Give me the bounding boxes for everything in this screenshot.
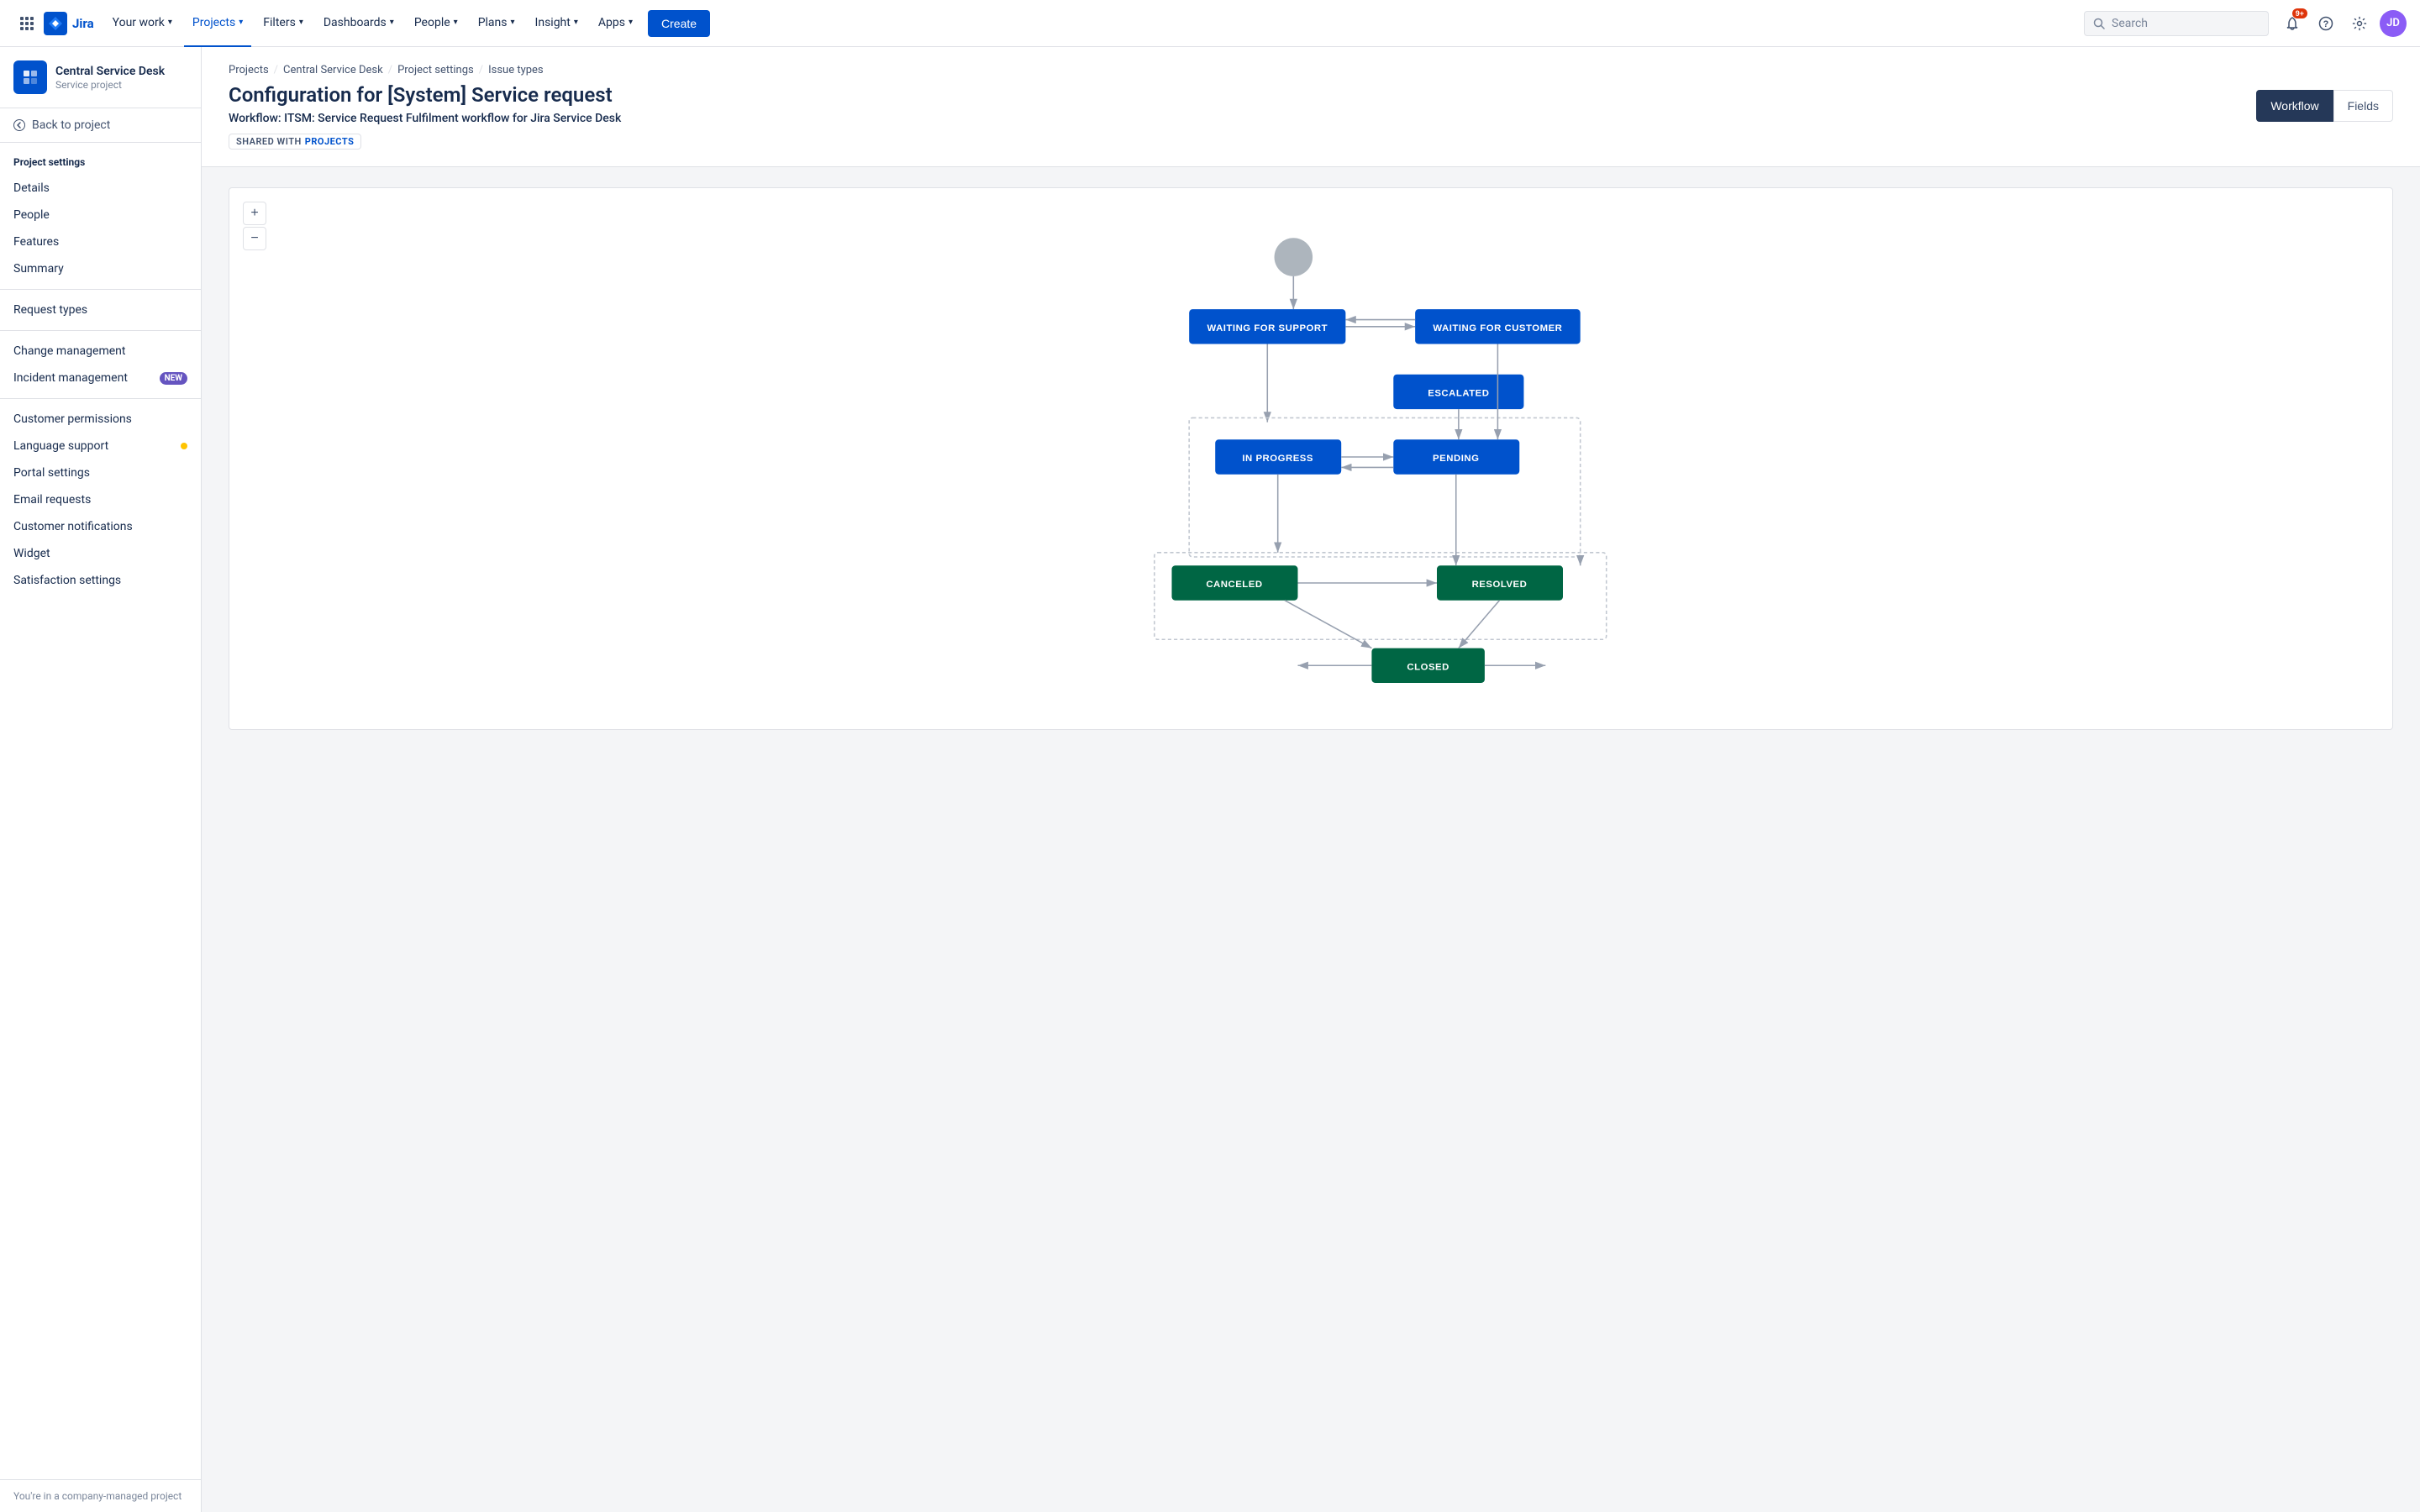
settings-button[interactable] [2346,10,2373,37]
breadcrumb-projects[interactable]: Projects [229,64,269,76]
nav-dashboards[interactable]: Dashboards ▾ [315,0,402,47]
shared-label: SHARED WITH [236,136,302,147]
main-content: Projects / Central Service Desk / Projec… [202,47,2420,1512]
chevron-down-icon: ▾ [629,18,633,27]
sidebar-item-request-types[interactable]: Request types [0,297,201,323]
chevron-down-icon: ▾ [454,18,458,27]
sidebar-item-details[interactable]: Details [0,175,201,202]
breadcrumb: Projects / Central Service Desk / Projec… [229,64,2393,76]
chevron-down-icon: ▾ [574,18,578,27]
sidebar-item-customer-notifications[interactable]: Customer notifications [0,513,201,540]
zoom-controls: + − [243,202,266,250]
top-navigation: Jira Your work ▾ Projects ▾ Filters ▾ Da… [0,0,2420,47]
jira-logo-icon [44,12,67,35]
back-arrow-icon [13,119,25,131]
chevron-down-icon: ▾ [390,18,394,27]
sidebar-footer: You're in a company-managed project [0,1479,201,1512]
nav-icon-group: 9+ ? JD [2279,10,2407,37]
nav-apps[interactable]: Apps ▾ [590,0,641,47]
grid-menu-button[interactable] [13,10,40,37]
nav-plans[interactable]: Plans ▾ [470,0,523,47]
sidebar-item-satisfaction-settings[interactable]: Satisfaction settings [0,567,201,594]
sidebar-item-people[interactable]: People [0,202,201,228]
sidebar-item-email-requests[interactable]: Email requests [0,486,201,513]
sidebar-item-summary[interactable]: Summary [0,255,201,282]
breadcrumb-central-service-desk[interactable]: Central Service Desk [283,64,383,76]
breadcrumb-sep-3: / [479,64,483,76]
jira-logo[interactable]: Jira [44,12,94,35]
avatar[interactable]: JD [2380,10,2407,37]
start-node [1275,238,1313,276]
language-dot-indicator [181,443,187,449]
resolved-label: RESOLVED [1472,580,1528,590]
search-placeholder: Search [2112,17,2148,30]
project-name: Central Service Desk [55,64,165,79]
sidebar: Central Service Desk Service project Bac… [0,47,202,1512]
tab-fields[interactable]: Fields [2333,90,2393,122]
canceled-label: CANCELED [1206,580,1262,590]
new-badge: NEW [160,372,187,385]
sidebar-item-language-support[interactable]: Language support [0,433,201,459]
chevron-down-icon: ▾ [511,18,515,27]
workflow-subtitle: Workflow: ITSM: Service Request Fulfilme… [229,112,621,125]
tab-workflow[interactable]: Workflow [2256,90,2333,122]
app-layout: Central Service Desk Service project Bac… [0,47,2420,1512]
create-button[interactable]: Create [648,10,710,37]
sidebar-item-widget[interactable]: Widget [0,540,201,567]
sidebar-divider-3 [0,398,201,399]
escalated-label: ESCALATED [1428,388,1489,398]
waiting-for-customer-label: WAITING FOR CUSTOMER [1433,323,1562,333]
sidebar-section-title: Project settings [0,143,201,175]
workflow-area: + − [202,167,2420,750]
in-progress-label: IN PROGRESS [1242,454,1313,464]
sidebar-item-customer-permissions[interactable]: Customer permissions [0,406,201,433]
search-input[interactable]: Search [2084,11,2269,36]
sidebar-project: Central Service Desk Service project [0,47,201,108]
sidebar-divider-1 [0,289,201,290]
page-title: Configuration for [System] Service reque… [229,83,621,107]
closed-label: CLOSED [1407,662,1449,672]
content-header: Projects / Central Service Desk / Projec… [202,47,2420,167]
project-type: Service project [55,79,165,91]
workflow-diagram: WAITING FOR SUPPORT WAITING FOR CUSTOMER… [246,205,2375,709]
shared-badge: SHARED WITH PROJECTS [229,134,361,150]
gear-icon [2352,16,2367,31]
chevron-down-icon: ▾ [239,18,243,27]
breadcrumb-issue-types[interactable]: Issue types [488,64,544,76]
nav-people[interactable]: People ▾ [406,0,466,47]
search-icon [2093,18,2105,29]
shared-link[interactable]: PROJECTS [305,136,355,147]
breadcrumb-sep-2: / [388,64,392,76]
jira-logo-text: Jira [72,16,94,31]
help-button[interactable]: ? [2312,10,2339,37]
nav-your-work[interactable]: Your work ▾ [104,0,181,47]
chevron-down-icon: ▾ [168,18,172,27]
nav-projects[interactable]: Projects ▾ [184,0,251,47]
sidebar-divider-2 [0,330,201,331]
sidebar-item-incident-management[interactable]: Incident management NEW [0,365,201,391]
tab-buttons: Workflow Fields [2256,90,2393,122]
notification-badge: 9+ [2292,8,2307,18]
pending-label: PENDING [1433,454,1479,464]
breadcrumb-project-settings[interactable]: Project settings [397,64,474,76]
sidebar-item-features[interactable]: Features [0,228,201,255]
inner-box [1189,417,1581,557]
project-icon [13,60,47,94]
nav-filters[interactable]: Filters ▾ [255,0,312,47]
nav-insight[interactable]: Insight ▾ [527,0,587,47]
back-to-project[interactable]: Back to project [0,108,201,143]
diagram-container: + − [229,187,2393,730]
help-icon: ? [2318,16,2333,31]
sidebar-item-portal-settings[interactable]: Portal settings [0,459,201,486]
notifications-button[interactable]: 9+ [2279,10,2306,37]
waiting-for-support-label: WAITING FOR SUPPORT [1207,323,1328,333]
zoom-in-button[interactable]: + [243,202,266,225]
sidebar-item-change-management[interactable]: Change management [0,338,201,365]
svg-text:?: ? [2323,19,2329,29]
chevron-down-icon: ▾ [299,18,303,27]
zoom-out-button[interactable]: − [243,227,266,250]
content-tabs [229,163,2393,166]
breadcrumb-sep-1: / [274,64,278,76]
